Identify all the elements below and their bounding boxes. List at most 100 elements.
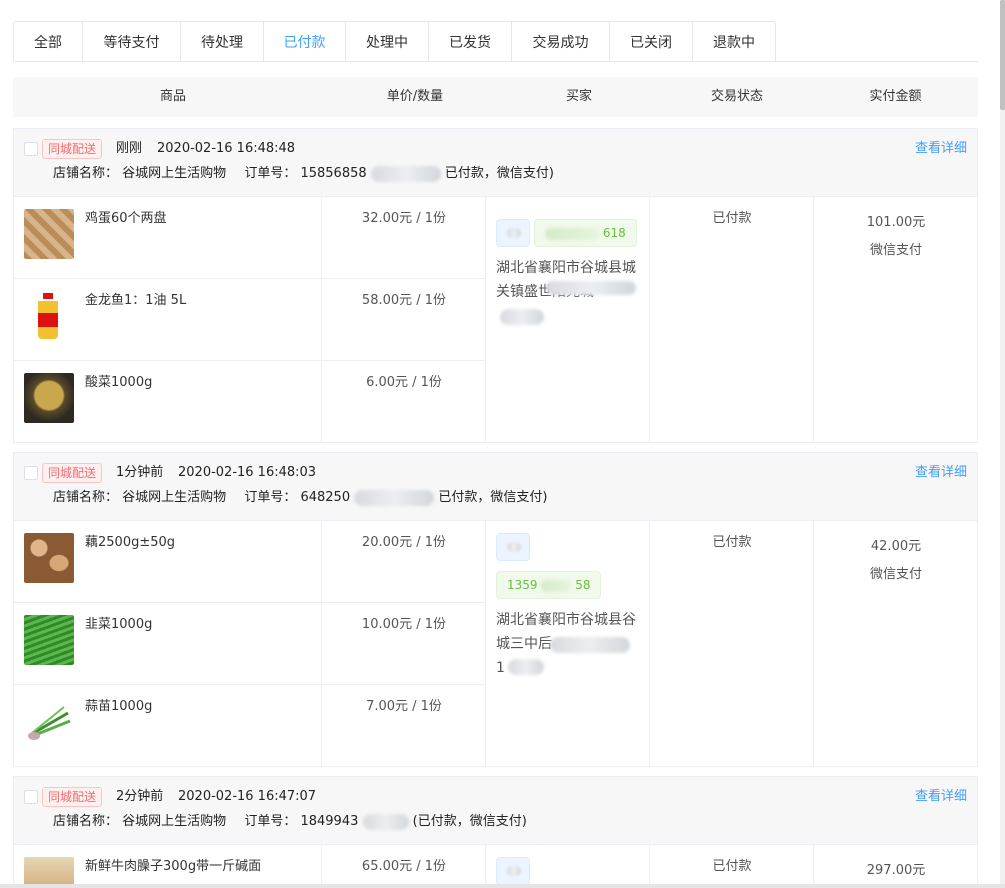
buyer-phone[interactable]: 1359 58: [496, 571, 602, 599]
shop-name: 谷城网上生活购物: [122, 166, 227, 181]
pay-method: 微信支付: [869, 567, 922, 582]
order-item: 鸡蛋60个两盘 32.00元 / 1份: [14, 197, 486, 279]
order-body: 新鲜牛肉臊子300g带一斤碱面 65.00元 / 1份 已付款 297.00元: [14, 845, 977, 888]
shop-order-line: 店铺名称： 谷城网上生活购物 订单号： 648250 已付款，微信支付): [53, 488, 547, 508]
order-time-ago: 1分钟前: [116, 465, 164, 480]
shop-name: 谷城网上生活购物: [122, 814, 227, 829]
order-body: 鸡蛋60个两盘 32.00元 / 1份 金龙鱼1：1油 5L 58.00元 / …: [14, 197, 977, 442]
tab-completed[interactable]: 交易成功: [512, 21, 610, 62]
garlic-sprout-icon: [28, 706, 71, 740]
order-pay-status: 已付款，微信支付): [444, 166, 554, 181]
order-checkbox[interactable]: [24, 466, 38, 480]
redaction-blur: [546, 281, 636, 295]
tab-closed[interactable]: 已关闭: [610, 21, 693, 62]
paid-amount: 42.00元 微信支付: [814, 533, 978, 589]
buyer-avatar[interactable]: [496, 219, 530, 247]
tab-refunding[interactable]: 退款中: [693, 21, 776, 62]
item-name: 酸菜1000g: [85, 375, 153, 390]
order-no-label: 订单号：: [244, 166, 297, 181]
trade-status: 已付款: [712, 859, 752, 874]
shop-label: 店铺名称：: [53, 166, 119, 181]
paid-amount: 297.00元: [814, 857, 978, 885]
product-image-garlic-sprouts: [24, 697, 74, 747]
paid-amount: 101.00元 微信支付: [814, 209, 978, 265]
amount-value: 297.00元: [866, 863, 926, 878]
trade-status: 已付款: [712, 535, 752, 550]
delivery-tag: 同城配送: [42, 463, 103, 483]
order-time-ago: 刚刚: [116, 141, 143, 156]
redaction-blur: [370, 165, 441, 182]
pay-method: 微信支付: [869, 243, 922, 258]
order-card: 同城配送 1分钟前 2020-02-16 16:48:03 查看详细 店铺名称：…: [13, 452, 978, 767]
horizontal-scrollbar[interactable]: [0, 884, 1005, 888]
order-item: 金龙鱼1：1油 5L 58.00元 / 1份: [14, 279, 486, 361]
order-header: 同城配送 1分钟前 2020-02-16 16:48:03 查看详细 店铺名称：…: [14, 453, 977, 521]
order-item: 韭菜1000g 10.00元 / 1份: [14, 603, 486, 685]
tabs-divider: [13, 61, 978, 62]
item-name: 鸡蛋60个两盘: [85, 211, 167, 226]
shop-label: 店铺名称：: [53, 814, 119, 829]
shop-label: 店铺名称：: [53, 490, 119, 505]
order-no: 648250: [300, 490, 351, 505]
item-name: 新鲜牛肉臊子300g带一斤碱面: [85, 859, 262, 874]
redaction-blur: [508, 659, 544, 675]
item-name: 蒜苗1000g: [85, 699, 153, 714]
redaction-blur: [362, 813, 409, 830]
order-card: 同城配送 2分钟前 2020-02-16 16:47:07 查看详细 店铺名称：…: [13, 776, 978, 888]
item-name: 藕2500g±50g: [85, 535, 176, 550]
scrollbar-thumb[interactable]: [1000, 0, 1005, 110]
tab-shipped[interactable]: 已发货: [429, 21, 512, 62]
trade-status: 已付款: [712, 211, 752, 226]
col-trade-status: 交易状态: [710, 89, 763, 104]
redaction-blur: [550, 637, 630, 653]
tab-all[interactable]: 全部: [13, 21, 83, 62]
order-pay-status: (已付款，微信支付): [412, 814, 527, 829]
order-datetime: 2020-02-16 16:47:07: [178, 789, 317, 804]
col-goods: 商品: [159, 89, 186, 104]
amount-value: 42.00元: [870, 539, 922, 554]
shop-order-line: 店铺名称： 谷城网上生活购物 订单号： 15856858 已付款，微信支付): [53, 164, 554, 184]
item-name: 金龙鱼1：1油 5L: [85, 293, 187, 308]
tab-pending[interactable]: 待处理: [181, 21, 264, 62]
order-checkbox[interactable]: [24, 790, 38, 804]
order-pay-status: 已付款，微信支付): [438, 490, 548, 505]
buyer-avatar[interactable]: [496, 857, 530, 885]
order-checkbox[interactable]: [24, 142, 38, 156]
delivery-tag: 同城配送: [42, 787, 103, 807]
order-item: 藕2500g±50g 20.00元 / 1份: [14, 521, 486, 603]
order-status-tabs: 全部 等待支付 待处理 已付款 处理中 已发货 交易成功 已关闭 退款中: [13, 21, 776, 62]
view-detail-link[interactable]: 查看详细: [915, 787, 967, 807]
order-header: 同城配送 2分钟前 2020-02-16 16:47:07 查看详细 店铺名称：…: [14, 777, 977, 845]
shop-order-line: 店铺名称： 谷城网上生活购物 订单号： 1849943 (已付款，微信支付): [53, 812, 527, 832]
buyer-avatar[interactable]: [496, 533, 530, 561]
item-price-qty: 58.00元 / 1份: [361, 293, 447, 308]
order-datetime: 2020-02-16 16:48:03: [178, 465, 317, 480]
redaction-blur: [354, 489, 435, 506]
item-price-qty: 6.00元 / 1份: [366, 375, 442, 390]
product-image-oil: [24, 291, 74, 341]
tab-processing[interactable]: 处理中: [346, 21, 429, 62]
delivery-tag: 同城配送: [42, 139, 103, 159]
item-price-qty: 32.00元 / 1份: [361, 211, 447, 226]
view-detail-link[interactable]: 查看详细: [915, 139, 967, 159]
buyer-phone[interactable]: 618: [534, 219, 637, 247]
tab-paid[interactable]: 已付款: [264, 21, 346, 62]
item-price-qty: 65.00元 / 1份: [361, 859, 447, 874]
order-no-label: 订单号：: [244, 814, 297, 829]
item-name: 韭菜1000g: [85, 617, 153, 632]
order-no: 1849943: [300, 814, 359, 829]
col-buyer: 买家: [565, 89, 592, 104]
shop-name: 谷城网上生活购物: [122, 490, 227, 505]
product-image-lotus-root: [24, 533, 74, 583]
order-header: 同城配送 刚刚 2020-02-16 16:48:48 查看详细 店铺名称： 谷…: [14, 129, 977, 197]
page-scrollbar[interactable]: [1000, 0, 1005, 888]
product-image-chives: [24, 615, 74, 665]
oil-bottle-icon: [38, 293, 58, 339]
tab-awaiting-payment[interactable]: 等待支付: [83, 21, 181, 62]
view-detail-link[interactable]: 查看详细: [915, 463, 967, 483]
order-item: 新鲜牛肉臊子300g带一斤碱面 65.00元 / 1份: [14, 845, 486, 888]
product-image-eggs: [24, 209, 74, 259]
order-item: 蒜苗1000g 7.00元 / 1份: [14, 685, 486, 767]
product-image-sauerkraut: [24, 373, 74, 423]
order-no-label: 订单号：: [244, 490, 297, 505]
